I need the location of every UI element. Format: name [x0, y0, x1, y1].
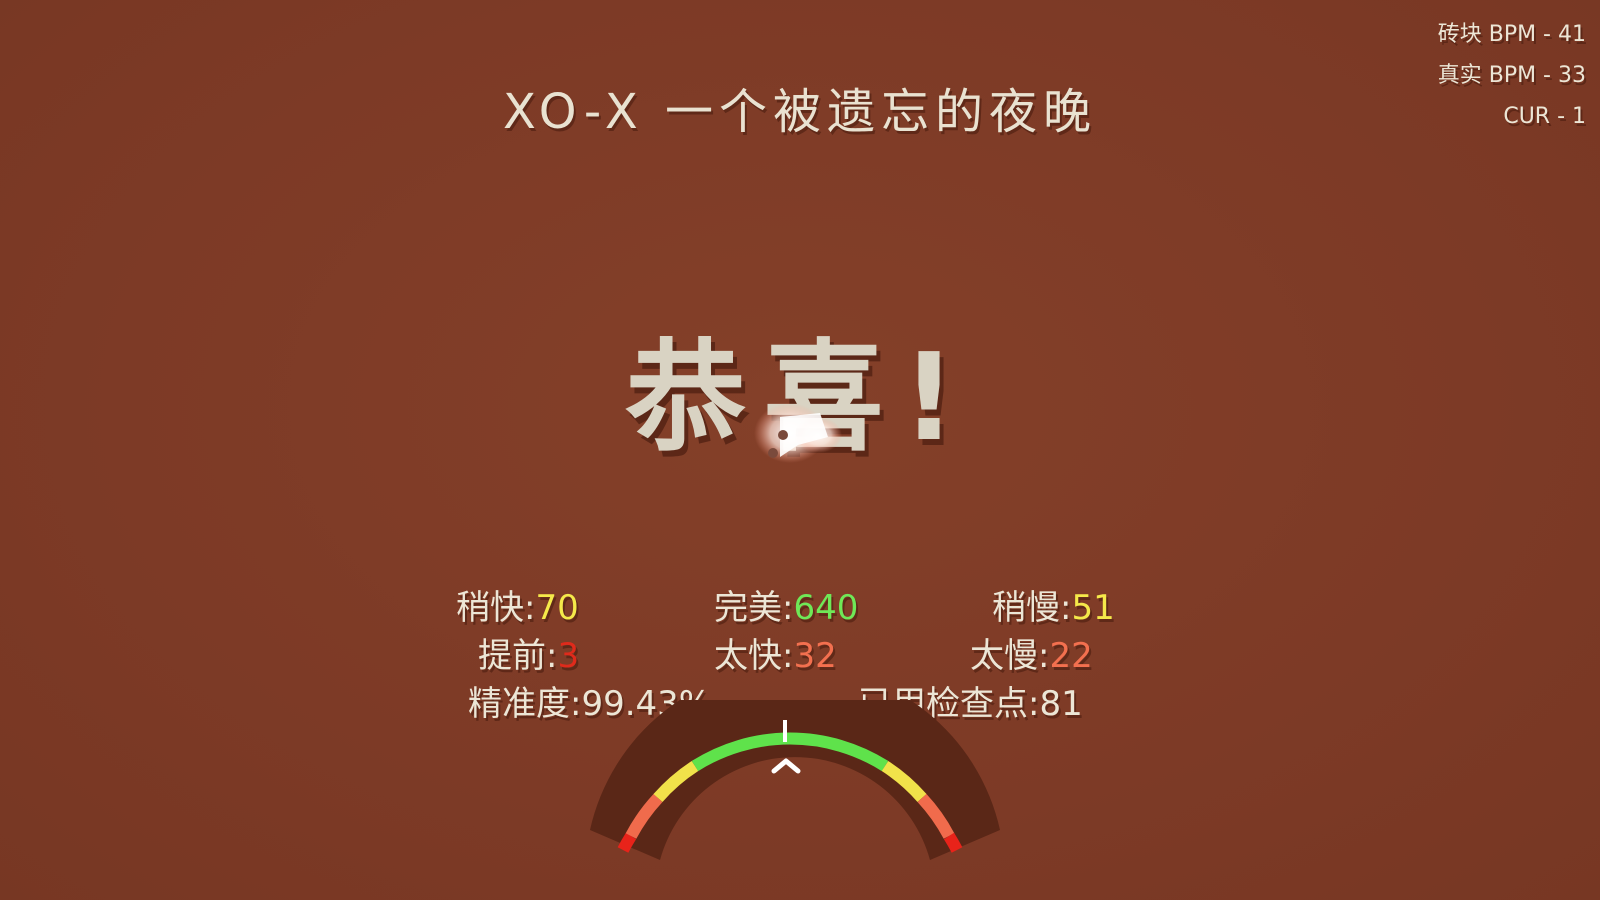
bpm-hud: 砖块 BPM - 41 真实 BPM - 33 CUR - 1 — [1438, 14, 1586, 137]
stat-perfect-label: 完美: — [714, 588, 794, 628]
song-title: XO-X 一个被遗忘的夜晚 — [502, 84, 1097, 140]
tile-bpm-readout: 砖块 BPM - 41 — [1437, 22, 1586, 47]
chevron-up-icon — [771, 758, 801, 774]
gauge-track — [590, 700, 1000, 860]
stat-checkpoints-value: 81 — [1039, 684, 1083, 724]
real-bpm-readout: 真实 BPM - 33 — [1437, 63, 1586, 88]
cur-readout: CUR - 1 — [1503, 104, 1586, 129]
stat-very-late-label: 太慢: — [970, 636, 1050, 676]
planet-icon — [754, 403, 842, 463]
stat-very-late: 太慢:22 — [970, 628, 1093, 677]
stat-late: 稍慢:51 — [992, 580, 1115, 629]
stat-very-early-value: 32 — [793, 636, 837, 676]
gauge-segment-red-right — [943, 832, 963, 853]
gauge-segment-red-left — [617, 832, 637, 853]
stat-too-early-value: 3 — [557, 636, 580, 676]
stat-very-early: 太快:32 — [714, 628, 837, 677]
stat-early-value: 70 — [535, 588, 579, 628]
game-screen: XO-X 一个被遗忘的夜晚 砖块 BPM - 41 真实 BPM - 33 CU… — [0, 0, 1600, 900]
gauge-center-tick — [783, 720, 787, 742]
stat-late-label: 稍慢: — [992, 588, 1072, 628]
stat-very-late-value: 22 — [1049, 636, 1093, 676]
stat-accuracy-label: 精准度: — [468, 684, 582, 724]
stat-early-label: 稍快: — [456, 588, 536, 628]
timing-gauge — [590, 700, 1000, 860]
stat-early: 稍快:70 — [456, 580, 579, 629]
stat-too-early-label: 提前: — [478, 636, 558, 676]
stat-perfect-value: 640 — [793, 588, 859, 628]
stat-too-early: 提前:3 — [478, 628, 579, 677]
stat-late-value: 51 — [1071, 588, 1115, 628]
stat-perfect: 完美:640 — [714, 580, 858, 629]
stat-very-early-label: 太快: — [714, 636, 794, 676]
